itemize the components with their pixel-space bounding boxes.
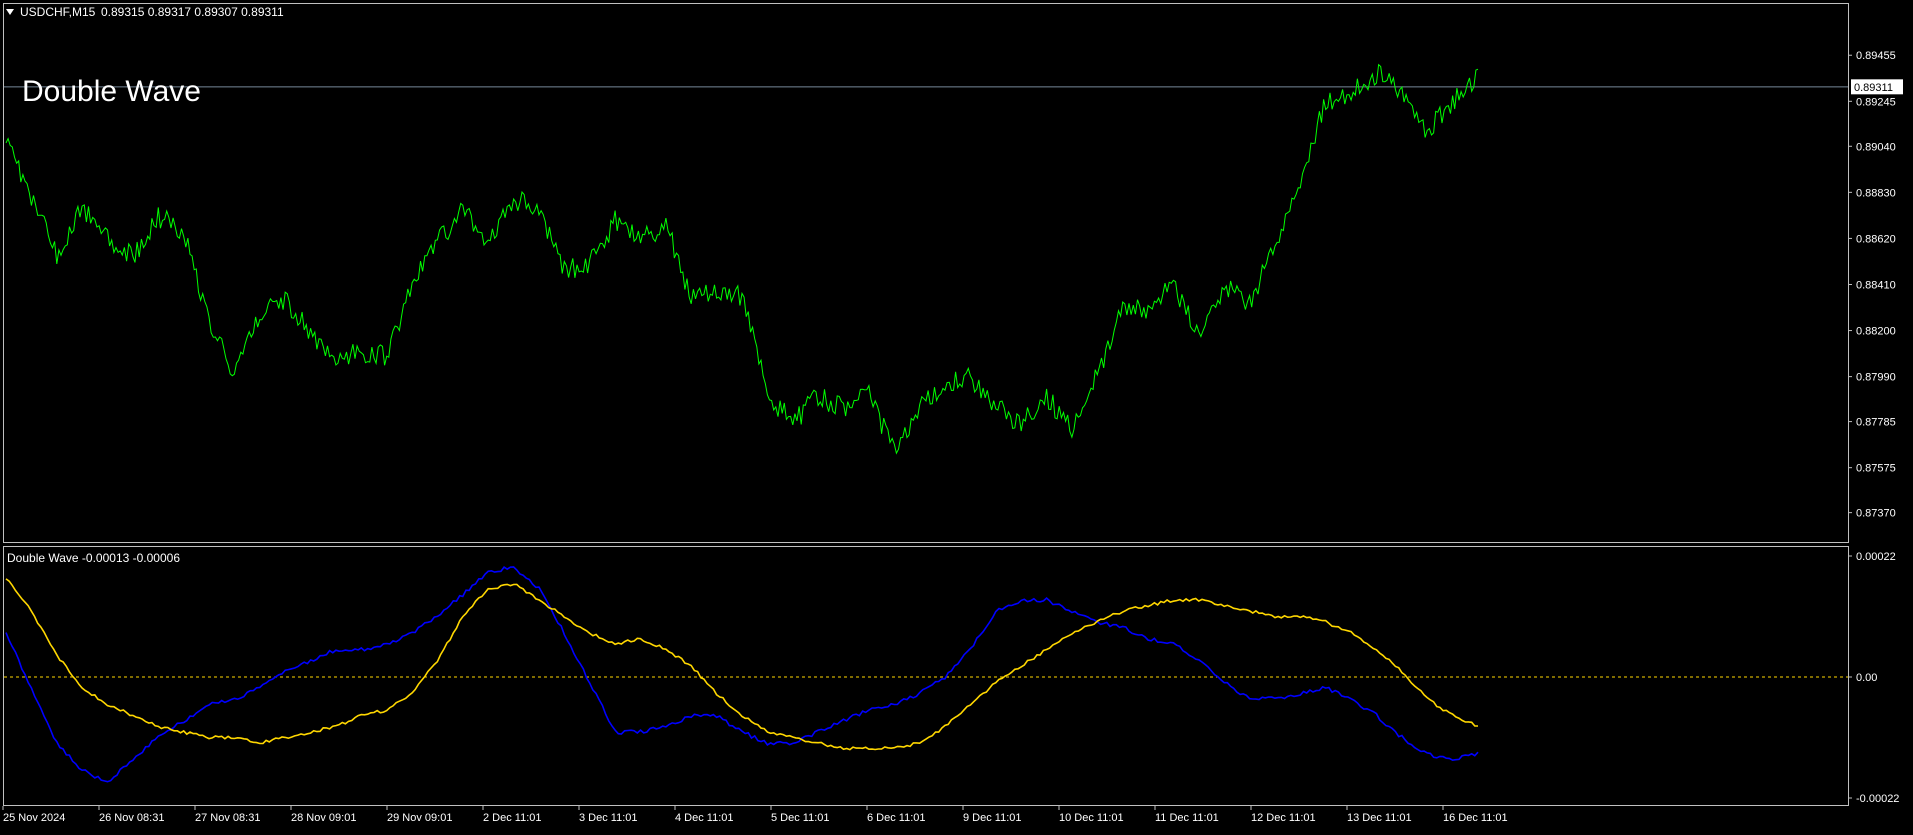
time-tick-label: 6 Dec 11:01 (867, 812, 926, 824)
time-tick-label: 26 Nov 08:31 (99, 812, 164, 824)
last-price-label: 0.89311 (1854, 82, 1893, 94)
collapse-triangle-icon[interactable] (6, 9, 14, 15)
symbol-header: USDCHF,M15 (20, 5, 96, 19)
price-tick-label: 0.87370 (1856, 508, 1896, 520)
price-series-line (5, 63, 1479, 455)
time-tick-label: 4 Dec 11:01 (675, 812, 734, 824)
trading-chart-window[interactable]: 0.89455 0.89245 0.89040 0.88830 0.88620 0.884… (0, 0, 1913, 830)
price-tick-label: 0.88200 (1856, 326, 1896, 338)
price-tick-label: 0.87990 (1856, 372, 1896, 384)
indicator-panel-frame (3, 546, 1849, 806)
price-tick-label: 0.89455 (1856, 50, 1896, 62)
time-tick-label: 2 Dec 11:01 (483, 812, 542, 824)
time-tick-label: 27 Nov 08:31 (195, 812, 260, 824)
price-tick-label: 0.88620 (1856, 233, 1896, 245)
double-wave-blue-line (5, 566, 1479, 783)
price-tick-label: 0.88830 (1856, 187, 1896, 199)
price-tick-label: 0.87575 (1856, 463, 1896, 475)
price-tick-label: 0.89040 (1856, 141, 1896, 153)
indicator-tick-label: 0.00022 (1856, 551, 1896, 563)
time-tick-label: 12 Dec 11:01 (1251, 812, 1316, 824)
price-tick-label: 0.87785 (1856, 417, 1896, 429)
indicator-header: Double Wave -0.00013 -0.00006 (7, 551, 180, 565)
chart-canvas[interactable]: 0.89455 0.89245 0.89040 0.88830 0.88620 0.884… (0, 0, 1913, 830)
time-tick-label: 10 Dec 11:01 (1059, 812, 1124, 824)
indicator-axis: 0.00022 0.00 -0.00022 (1848, 551, 1899, 805)
time-tick-label: 5 Dec 11:01 (771, 812, 830, 824)
time-tick-label: 29 Nov 09:01 (387, 812, 452, 824)
time-tick-label: 28 Nov 09:01 (291, 812, 356, 824)
price-tick-label: 0.88410 (1856, 279, 1896, 291)
time-tick-label: 13 Dec 11:01 (1347, 812, 1412, 824)
time-axis: 25 Nov 2024 26 Nov 08:31 27 Nov 08:31 28 No… (2, 806, 1508, 824)
indicator-tick-label: -0.00022 (1856, 793, 1899, 805)
price-tick-label: 0.89245 (1856, 96, 1896, 108)
time-tick-label: 25 Nov 2024 (3, 812, 65, 824)
time-tick-label: 3 Dec 11:01 (579, 812, 638, 824)
time-tick-label: 11 Dec 11:01 (1155, 812, 1219, 824)
time-tick-label: 9 Dec 11:01 (963, 812, 1022, 824)
ohlc-values: 0.89315 0.89317 0.89307 0.89311 (101, 5, 284, 19)
time-tick-label: 16 Dec 11:01 (1443, 812, 1508, 824)
price-axis: 0.89455 0.89245 0.89040 0.88830 0.88620 0.884… (1848, 50, 1896, 520)
price-panel-frame (3, 3, 1849, 543)
double-wave-yellow-line (5, 578, 1478, 751)
chart-overlay-title: Double Wave (22, 75, 201, 108)
indicator-tick-label: 0.00 (1856, 672, 1877, 684)
